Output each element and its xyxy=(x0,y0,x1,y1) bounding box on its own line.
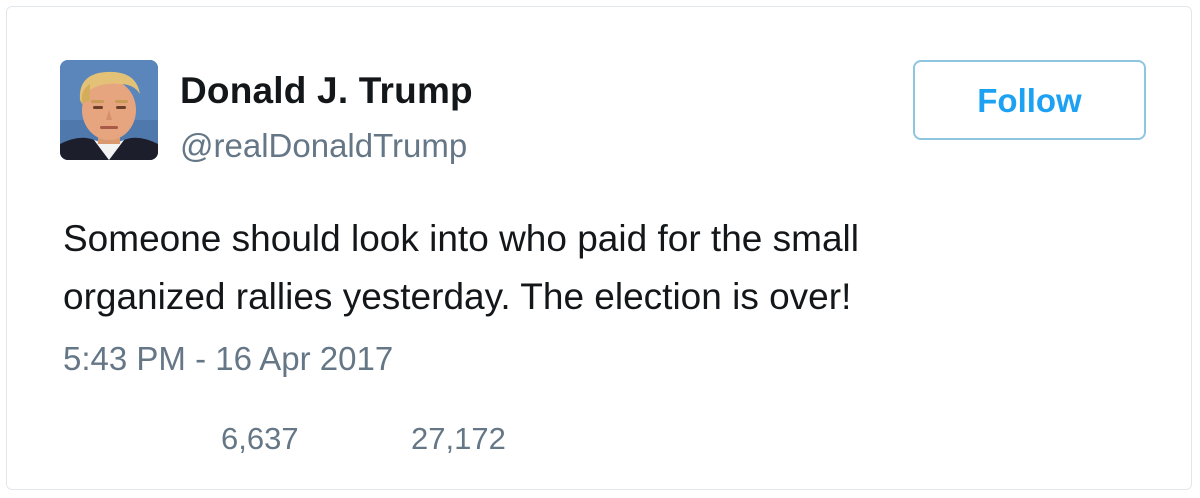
avatar[interactable] xyxy=(60,60,158,160)
author-handle[interactable]: @realDonaldTrump xyxy=(180,127,467,165)
tweet-text-line: organized rallies yesterday. The electio… xyxy=(63,276,852,317)
follow-button[interactable]: Follow xyxy=(913,60,1146,140)
avatar-portrait-image xyxy=(60,60,158,160)
like-count[interactable]: 27,172 xyxy=(411,421,506,457)
tweet-card: Donald J. Trump @realDonaldTrump Follow … xyxy=(6,6,1192,490)
tweet-text: Someone should look into who paid for th… xyxy=(63,210,1063,326)
tweet-timestamp[interactable]: 5:43 PM - 16 Apr 2017 xyxy=(63,340,393,378)
retweet-count[interactable]: 6,637 xyxy=(221,421,299,457)
tweet-text-line: Someone should look into who paid for th… xyxy=(63,218,859,259)
author-name[interactable]: Donald J. Trump xyxy=(180,70,473,112)
